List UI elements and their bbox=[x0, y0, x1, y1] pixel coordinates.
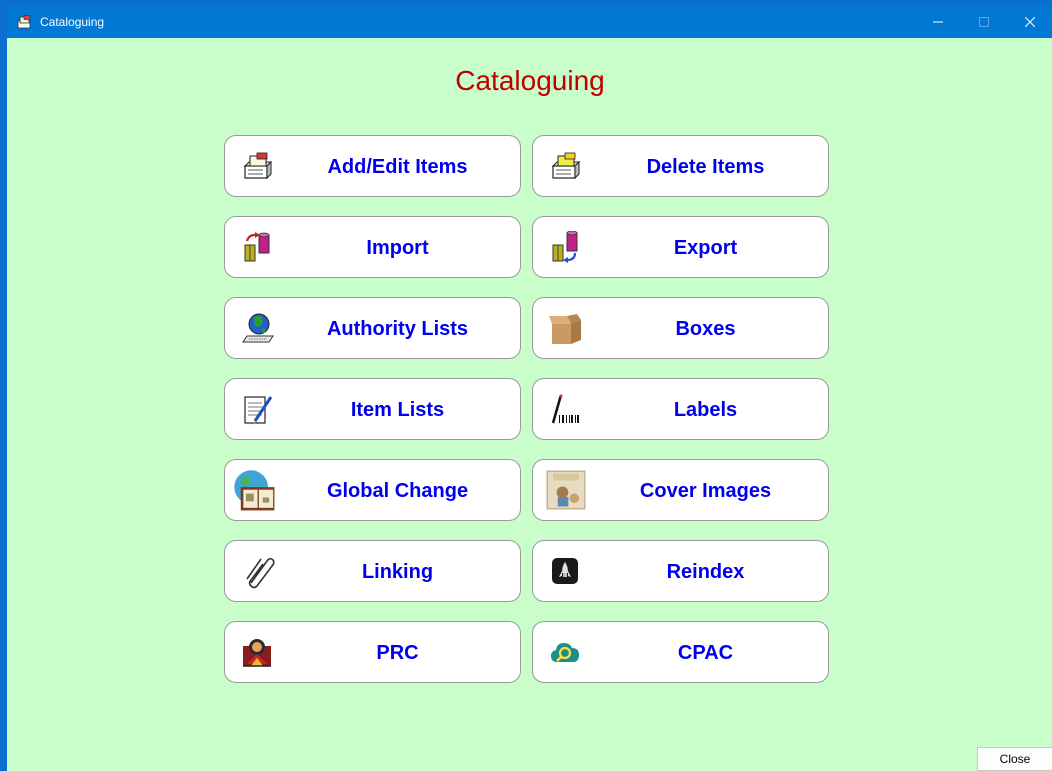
prc-label: PRC bbox=[376, 642, 419, 664]
prc-button[interactable]: PRC bbox=[224, 621, 521, 683]
notepad-pen-icon bbox=[244, 396, 273, 425]
card-file-icon bbox=[243, 152, 273, 180]
global-change-label: Global Change bbox=[326, 480, 469, 502]
import-label: Import bbox=[366, 237, 429, 259]
import-button[interactable]: Import bbox=[224, 216, 521, 278]
reindex-button[interactable]: Reindex bbox=[532, 540, 829, 602]
cpac-label: CPAC bbox=[677, 642, 734, 664]
window-title: Cataloguing bbox=[40, 15, 105, 29]
paperclip-icon bbox=[246, 557, 275, 589]
close-icon bbox=[1025, 17, 1035, 27]
page-title: Cataloguing bbox=[455, 65, 605, 96]
labels-button[interactable]: Labels bbox=[532, 378, 829, 440]
minimize-button[interactable] bbox=[915, 6, 961, 38]
item-lists-button[interactable]: Item Lists bbox=[224, 378, 521, 440]
maximize-icon bbox=[979, 17, 989, 27]
reindex-label: Reindex bbox=[666, 561, 745, 583]
close-button[interactable]: Close bbox=[977, 747, 1052, 771]
maximize-button[interactable] bbox=[961, 6, 1007, 38]
item-lists-label: Item Lists bbox=[350, 399, 445, 421]
delete-items-button[interactable]: Delete Items bbox=[532, 135, 829, 197]
global-change-button[interactable]: Global Change bbox=[224, 459, 521, 521]
linking-label: Linking bbox=[361, 561, 434, 583]
globe-computer-icon bbox=[242, 313, 274, 343]
add-edit-items-label: Add/Edit Items bbox=[327, 156, 468, 178]
export-book-icon bbox=[552, 231, 578, 263]
cardboard-box-icon bbox=[549, 314, 581, 344]
import-book-icon bbox=[244, 232, 270, 262]
export-button[interactable]: Export bbox=[532, 216, 829, 278]
labels-label: Labels bbox=[673, 399, 738, 421]
add-edit-items-button[interactable]: Add/Edit Items bbox=[224, 135, 521, 197]
cataloguing-window: Cataloguing Cataloguing Add/Edit Items D… bbox=[6, 6, 1052, 771]
authority-lists-label: Authority Lists bbox=[326, 318, 469, 340]
cover-images-button[interactable]: Cover Images bbox=[532, 459, 829, 521]
cpac-button[interactable]: CPAC bbox=[532, 621, 829, 683]
delete-items-label: Delete Items bbox=[646, 156, 765, 178]
card-file-yellow-icon bbox=[551, 152, 581, 180]
globe-book-icon bbox=[234, 470, 275, 511]
barcode-wand-icon bbox=[551, 394, 579, 424]
reading-person-icon bbox=[243, 639, 271, 667]
cloud-search-icon bbox=[551, 643, 579, 662]
close-window-button[interactable] bbox=[1007, 6, 1052, 38]
card-file-icon bbox=[17, 15, 31, 29]
title-bar[interactable]: Cataloguing bbox=[7, 6, 1052, 38]
authority-lists-button[interactable]: Authority Lists bbox=[224, 297, 521, 359]
linking-button[interactable]: Linking bbox=[224, 540, 521, 602]
book-cover-icon bbox=[546, 470, 586, 510]
minimize-icon bbox=[933, 21, 943, 23]
boxes-label: Boxes bbox=[675, 318, 736, 340]
boxes-button[interactable]: Boxes bbox=[532, 297, 829, 359]
rocket-icon bbox=[552, 558, 578, 584]
cover-images-label: Cover Images bbox=[639, 480, 772, 502]
export-label: Export bbox=[673, 237, 738, 259]
